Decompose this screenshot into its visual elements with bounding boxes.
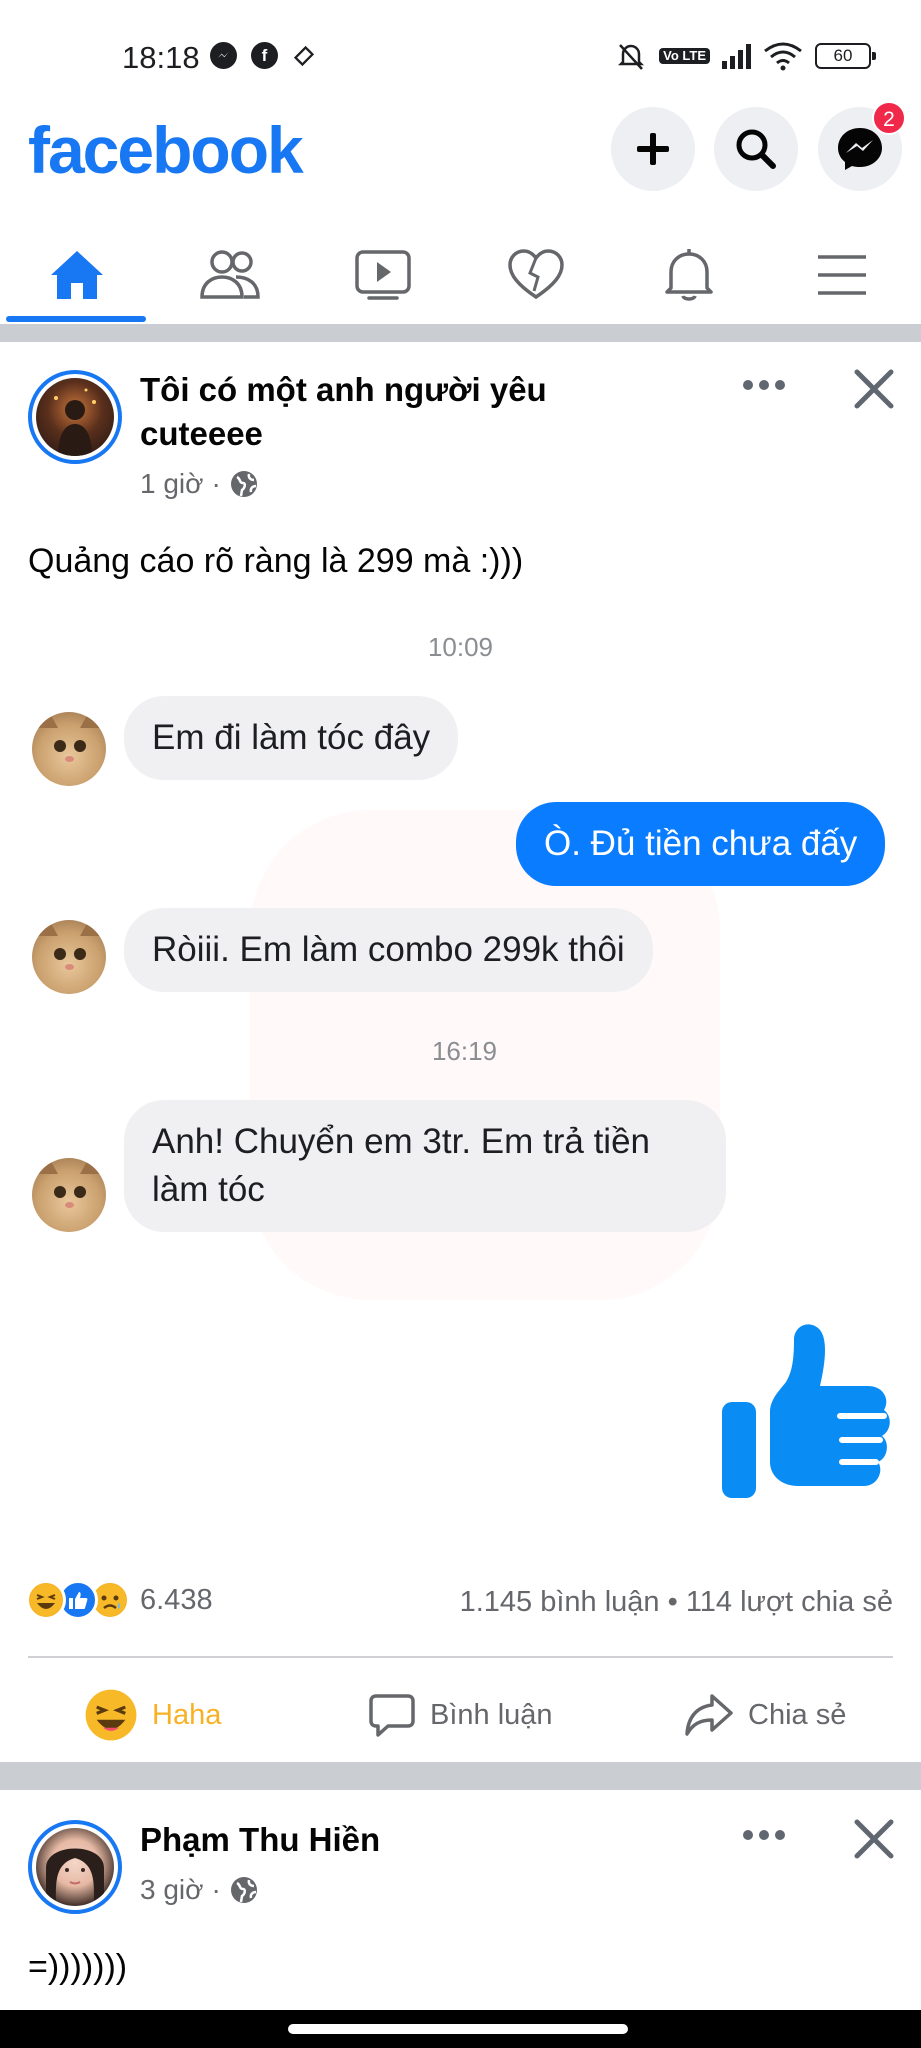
- messenger-button[interactable]: 2: [818, 101, 906, 191]
- comment-count[interactable]: 1.145 bình luận: [460, 1586, 660, 1618]
- share-label: Chia sẻ: [748, 1698, 847, 1731]
- more-options-button[interactable]: [742, 362, 786, 401]
- author-avatar[interactable]: [28, 1820, 122, 1914]
- heart-icon: [508, 249, 564, 300]
- post-author-name[interactable]: Phạm Thu Hiền: [140, 1818, 380, 1862]
- chat-timestamp: 16:19: [431, 1036, 498, 1066]
- post-time[interactable]: 3 giờ: [140, 1874, 204, 1906]
- volte-icon: Vo LTE: [659, 48, 710, 64]
- close-icon: [854, 369, 894, 409]
- hide-post-button[interactable]: [853, 1818, 895, 1860]
- status-time: 18:18: [122, 40, 200, 75]
- share-icon: [685, 1694, 733, 1736]
- comment-icon: [369, 1694, 415, 1737]
- received-message: Ròiii. Em làm combo 299k thôi: [124, 908, 653, 992]
- search-icon: [736, 129, 776, 169]
- thumbs-up-icon: [722, 1324, 890, 1498]
- search-button[interactable]: [714, 107, 798, 191]
- post-caption: =))))))): [28, 1948, 128, 1986]
- globe-icon: [230, 471, 257, 497]
- comment-label: Bình luận: [430, 1698, 553, 1731]
- received-message: Anh! Chuyển em 3tr. Em trả tiền làm tóc: [124, 1100, 726, 1232]
- post-author-name[interactable]: Tôi có một anh người yêu cuteeee: [140, 368, 600, 456]
- cat-avatar: [32, 712, 106, 786]
- tab-menu[interactable]: [769, 226, 915, 324]
- home-gesture-pill[interactable]: [288, 2024, 628, 2034]
- post-caption: Quảng cáo rõ ràng là 299 mà :))): [28, 542, 524, 580]
- tab-watch[interactable]: [310, 226, 456, 324]
- stats-separator: •: [667, 1586, 678, 1618]
- haha-icon: [85, 1689, 137, 1741]
- facebook-logo[interactable]: facebook: [28, 112, 304, 188]
- chat-timestamp: 10:09: [427, 632, 494, 662]
- post-stats: 1.145 bình luận • 114 lượt chia sẻ: [460, 1586, 893, 1619]
- status-right-icons: Vo LTE 60: [615, 40, 876, 72]
- signal-icon: [722, 43, 751, 69]
- hide-post-button[interactable]: [853, 368, 895, 410]
- video-icon: [355, 250, 411, 300]
- more-icon: [743, 380, 785, 390]
- tab-friends[interactable]: [157, 226, 303, 324]
- haha-button[interactable]: Haha: [84, 1680, 221, 1750]
- haha-label: Haha: [152, 1698, 222, 1731]
- meta-separator: ·: [211, 1874, 221, 1905]
- feed-divider: [0, 324, 921, 342]
- messenger-badge: 2: [872, 101, 906, 135]
- messenger-icon: [210, 42, 237, 69]
- more-icon: [743, 1830, 785, 1840]
- post-meta: 1 giờ ·: [140, 468, 259, 500]
- meta-separator: ·: [211, 468, 221, 499]
- feed-divider: [0, 1762, 921, 1790]
- wifi-icon: [764, 42, 802, 71]
- comment-button[interactable]: Bình luận: [368, 1680, 553, 1750]
- cat-avatar: [32, 1158, 106, 1232]
- mute-icon: [618, 44, 645, 70]
- messenger-icon: [838, 128, 882, 170]
- more-options-button[interactable]: [742, 1812, 786, 1851]
- active-tab-indicator: [6, 316, 146, 322]
- cat-avatar: [32, 920, 106, 994]
- home-icon: [51, 251, 103, 299]
- haha-reaction-icon: [26, 1580, 66, 1620]
- reaction-count: 6.438: [140, 1583, 213, 1616]
- hamburger-icon: [818, 255, 866, 295]
- received-message: Em đi làm tóc đây: [124, 696, 459, 780]
- status-bar: 18:18 f Vo LTE 60: [0, 0, 921, 115]
- create-button[interactable]: [611, 107, 695, 191]
- share-button[interactable]: Chia sẻ: [684, 1680, 846, 1750]
- tab-dating[interactable]: [463, 226, 609, 324]
- post-meta: 3 giờ ·: [140, 1874, 259, 1906]
- diamond-icon: [293, 45, 315, 66]
- sent-message: Ò. Đủ tiền chưa đấy: [516, 802, 886, 886]
- main-nav: [0, 226, 921, 324]
- friends-icon: [200, 250, 260, 299]
- close-icon: [854, 1819, 894, 1859]
- bell-icon: [665, 249, 713, 301]
- status-left-icons: f: [210, 42, 315, 69]
- share-count[interactable]: 114 lượt chia sẻ: [686, 1586, 893, 1618]
- reactions-summary[interactable]: 6.438: [26, 1580, 213, 1620]
- author-avatar[interactable]: [28, 370, 122, 464]
- tab-notifications[interactable]: [616, 226, 762, 324]
- battery-icon: 60: [815, 43, 876, 69]
- post-time[interactable]: 1 giờ: [140, 468, 204, 500]
- plus-icon: [637, 133, 669, 165]
- globe-icon: [230, 1877, 257, 1903]
- facebook-icon: f: [251, 42, 278, 69]
- tab-home[interactable]: [4, 226, 150, 324]
- action-divider: [28, 1656, 893, 1658]
